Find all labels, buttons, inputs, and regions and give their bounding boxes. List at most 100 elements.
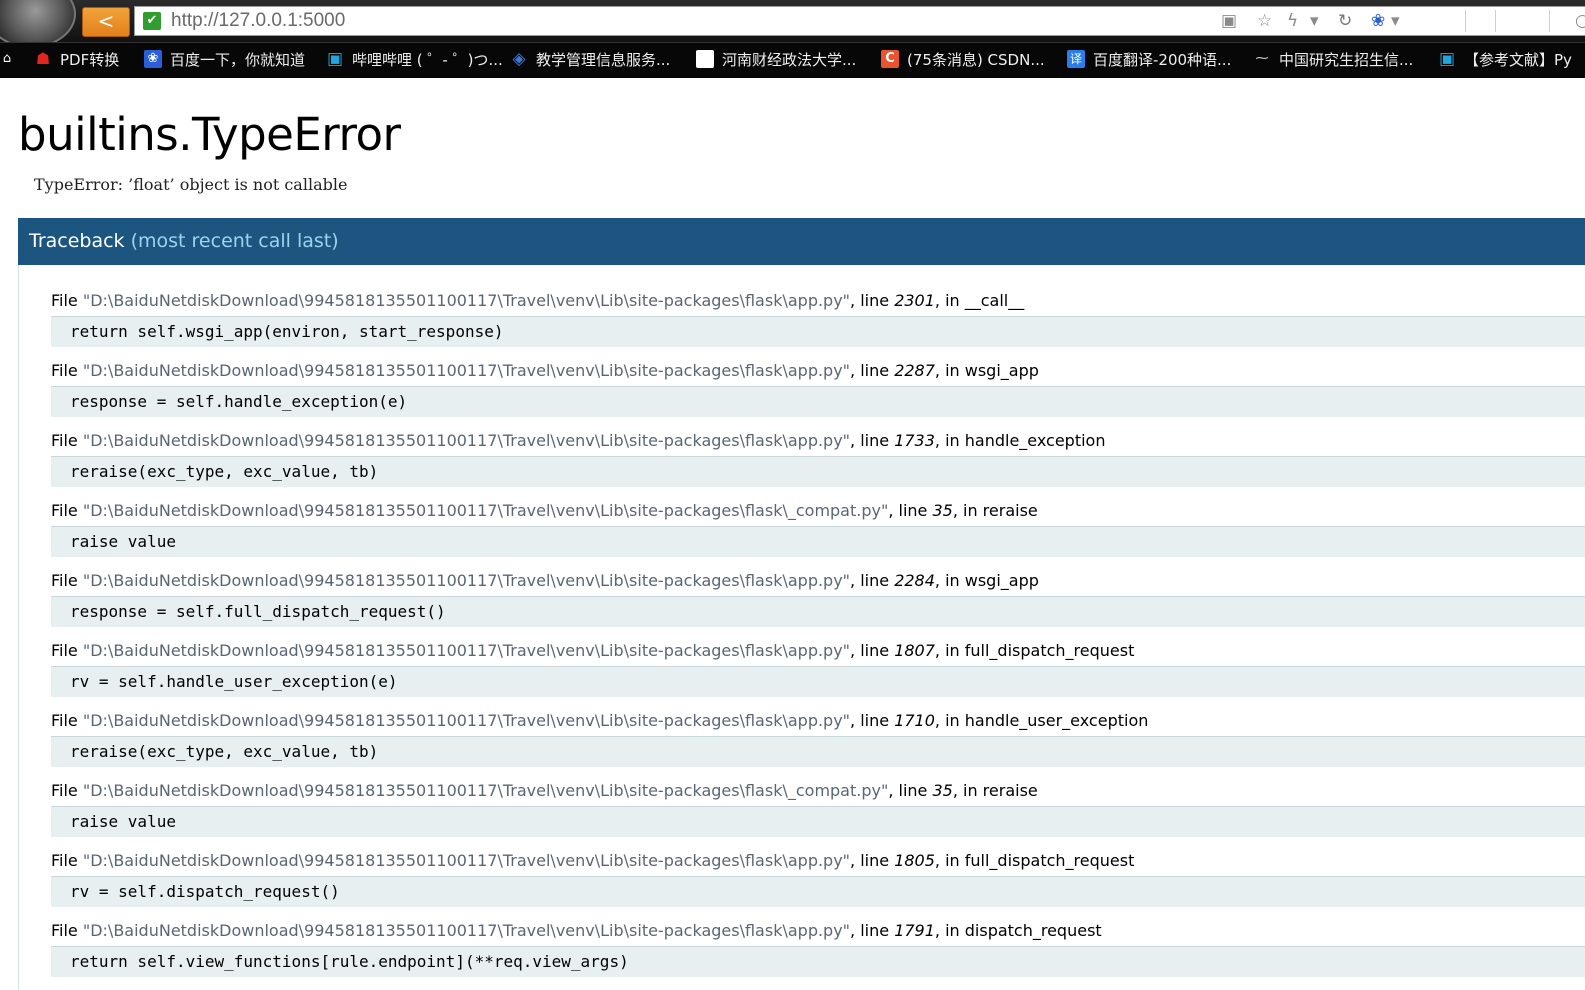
browser-logo-icon[interactable] <box>0 0 76 48</box>
file-prefix: File <box>51 571 83 590</box>
star-icon[interactable]: ☆ <box>1257 11 1272 31</box>
toolbar-divider <box>1495 10 1496 32</box>
frame-filename: "D:\BaiduNetdiskDownload\994581813550110… <box>82 501 889 520</box>
url-input[interactable]: http://127.0.0.1:5000 <box>171 10 345 32</box>
back-button[interactable]: < <box>82 7 130 37</box>
bookmark-label: PDF转换 <box>60 51 120 69</box>
bookmark-home[interactable]: ⌂ <box>0 43 14 78</box>
traceback-frame[interactable]: File "D:\BaiduNetdiskDownload\9945818135… <box>51 567 1585 637</box>
traceback-frame[interactable]: File "D:\BaiduNetdiskDownload\9945818135… <box>51 497 1585 567</box>
bookmark-graduate-admissions[interactable]: ⁓ 中国研究生招生信... <box>1253 43 1414 78</box>
csdn-icon: C <box>881 50 899 68</box>
bookmark-label: 中国研究生招生信... <box>1279 51 1414 69</box>
refresh-icon[interactable]: ↻ <box>1338 11 1352 31</box>
traceback-frame[interactable]: File "D:\BaiduNetdiskDownload\9945818135… <box>51 427 1585 497</box>
line-word: , line <box>850 921 895 940</box>
frame-location: File "D:\BaiduNetdiskDownload\9945818135… <box>51 777 1585 805</box>
frame-line-number: 1807 <box>894 641 935 660</box>
search-dropdown-icon[interactable]: ▾ <box>1391 11 1400 31</box>
frame-line-number: 1710 <box>894 711 935 730</box>
file-prefix: File <box>51 361 83 380</box>
bookmark-label: 【参考文献】Py <box>1464 51 1572 69</box>
traceback-frames: File "D:\BaiduNetdiskDownload\9945818135… <box>51 287 1585 987</box>
frame-source-line[interactable]: reraise(exc_type, exc_value, tb) <box>51 456 1585 487</box>
frame-line-number: 1791 <box>894 921 935 940</box>
frame-function-name: handle_exception <box>964 431 1106 450</box>
frame-source-line[interactable]: raise value <box>51 526 1585 557</box>
bookmark-references[interactable]: ▣ 【参考文献】Py <box>1438 43 1572 78</box>
frame-location: File "D:\BaiduNetdiskDownload\9945818135… <box>51 357 1585 385</box>
traceback-frame[interactable]: File "D:\BaiduNetdiskDownload\9945818135… <box>51 777 1585 847</box>
page-title: builtins.TypeError <box>18 108 401 161</box>
frame-location: File "D:\BaiduNetdiskDownload\9945818135… <box>51 637 1585 665</box>
frame-location: File "D:\BaiduNetdiskDownload\9945818135… <box>51 707 1585 735</box>
frame-location: File "D:\BaiduNetdiskDownload\9945818135… <box>51 427 1585 455</box>
in-word: , in <box>934 431 965 450</box>
toolbar-divider <box>1549 10 1550 32</box>
error-message: TypeError: ’float’ object is not callabl… <box>34 175 348 194</box>
frame-source-line[interactable]: return self.wsgi_app(environ, start_resp… <box>51 316 1585 347</box>
bookmark-university[interactable]: 河南财经政法大学... <box>696 43 856 78</box>
traceback-frame[interactable]: File "D:\BaiduNetdiskDownload\9945818135… <box>51 917 1585 987</box>
search-icon[interactable]: ○ <box>1575 11 1585 31</box>
frame-function-name: full_dispatch_request <box>964 851 1135 870</box>
frame-location: File "D:\BaiduNetdiskDownload\9945818135… <box>51 917 1585 945</box>
traceback-frame[interactable]: File "D:\BaiduNetdiskDownload\9945818135… <box>51 357 1585 427</box>
traceback-frame[interactable]: File "D:\BaiduNetdiskDownload\9945818135… <box>51 637 1585 707</box>
bookmark-teaching-system[interactable]: ◈ 教学管理信息服务... <box>510 43 670 78</box>
bookmark-baidu-translate[interactable]: 译百度翻译-200种语... <box>1067 43 1231 78</box>
traceback-subtitle: (most recent call last) <box>130 230 339 252</box>
frame-filename: "D:\BaiduNetdiskDownload\994581813550110… <box>82 431 851 450</box>
line-word: , line <box>888 781 933 800</box>
frame-source-line[interactable]: return self.view_functions[rule.endpoint… <box>51 946 1585 977</box>
in-word: , in <box>952 781 983 800</box>
file-prefix: File <box>51 921 83 940</box>
frame-location: File "D:\BaiduNetdiskDownload\9945818135… <box>51 847 1585 875</box>
frame-line-number: 2301 <box>894 291 935 310</box>
frame-filename: "D:\BaiduNetdiskDownload\994581813550110… <box>82 711 851 730</box>
line-word: , line <box>850 361 895 380</box>
frame-source-line[interactable]: raise value <box>51 806 1585 837</box>
paw-icon[interactable]: ❀ <box>1371 11 1385 31</box>
traceback-title: Traceback <box>29 230 125 252</box>
frame-location: File "D:\BaiduNetdiskDownload\9945818135… <box>51 497 1585 525</box>
traceback-frame[interactable]: File "D:\BaiduNetdiskDownload\9945818135… <box>51 287 1585 357</box>
frame-source-line[interactable]: rv = self.handle_user_exception(e) <box>51 666 1585 697</box>
bookmark-baidu[interactable]: ❀ 百度一下，你就知道 <box>144 43 305 78</box>
traceback-header[interactable]: Traceback (most recent call last) <box>18 218 1585 265</box>
frame-line-number: 1733 <box>894 431 935 450</box>
bookmark-csdn[interactable]: C (75条消息) CSDN... <box>881 43 1045 78</box>
bookmark-bilibili[interactable]: ▣ 哔哩哔哩 ( ゜- ゜)つ... <box>326 43 503 78</box>
bookmark-label: 百度一下，你就知道 <box>170 51 306 69</box>
image-icon[interactable]: ▣ <box>1221 11 1237 31</box>
in-word: , in <box>934 921 965 940</box>
frame-source-line[interactable]: rv = self.dispatch_request() <box>51 876 1585 907</box>
frame-source-line[interactable]: response = self.full_dispatch_request() <box>51 596 1585 627</box>
lightning-icon[interactable]: ϟ <box>1287 11 1298 31</box>
frame-location: File "D:\BaiduNetdiskDownload\9945818135… <box>51 287 1585 315</box>
file-prefix: File <box>51 431 83 450</box>
bookmark-pdf[interactable]: ☗ PDF转换 <box>34 43 119 78</box>
file-prefix: File <box>51 851 83 870</box>
traceback-panel: File "D:\BaiduNetdiskDownload\9945818135… <box>18 265 1585 990</box>
home-icon: ⌂ <box>2 51 12 66</box>
frame-line-number: 1805 <box>894 851 935 870</box>
dropdown-icon[interactable]: ▾ <box>1310 11 1319 31</box>
baidu-paw-icon: ❀ <box>144 50 162 68</box>
traceback-frame[interactable]: File "D:\BaiduNetdiskDownload\9945818135… <box>51 847 1585 917</box>
line-word: , line <box>850 851 895 870</box>
frame-source-line[interactable]: reraise(exc_type, exc_value, tb) <box>51 736 1585 767</box>
frame-function-name: reraise <box>982 501 1038 520</box>
frame-source-line[interactable]: response = self.handle_exception(e) <box>51 386 1585 417</box>
traceback-frame[interactable]: File "D:\BaiduNetdiskDownload\9945818135… <box>51 707 1585 777</box>
bilibili-icon: ▣ <box>326 49 344 69</box>
file-prefix: File <box>51 781 83 800</box>
in-word: , in <box>934 291 965 310</box>
file-prefix: File <box>51 711 83 730</box>
address-bar[interactable]: ✔ http://127.0.0.1:5000 ▣ ☆ ϟ ▾ ↻ ❀ ▾ ○ <box>134 6 1585 36</box>
line-word: , line <box>850 641 895 660</box>
frame-line-number: 35 <box>932 781 953 800</box>
layers-icon: ◈ <box>512 49 526 69</box>
file-prefix: File <box>51 641 83 660</box>
line-word: , line <box>850 571 895 590</box>
